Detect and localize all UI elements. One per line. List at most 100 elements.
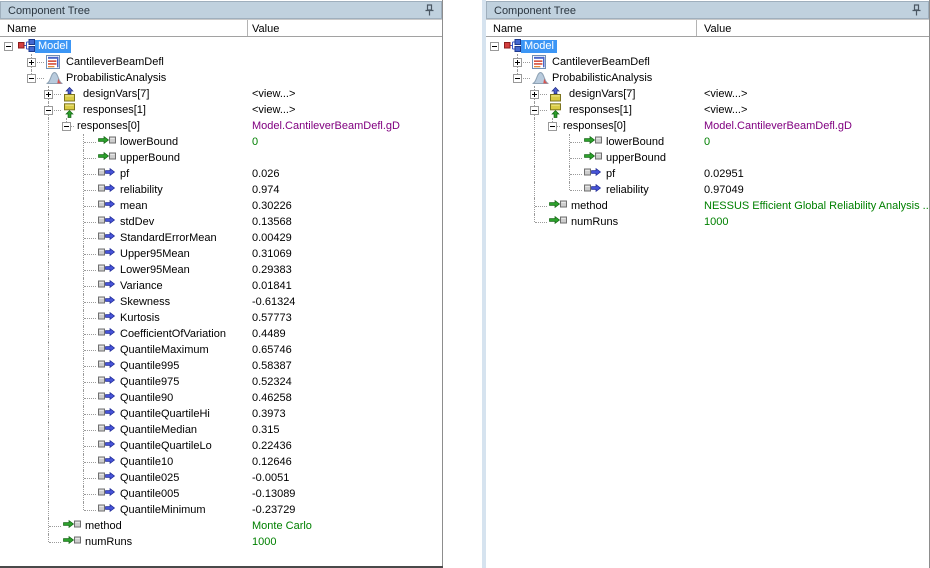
tree-item-probabilisticanalysis[interactable]: ProbabilisticAnalysis	[486, 70, 928, 86]
tree-item-label[interactable]: Lower95Mean	[120, 264, 190, 277]
tree-item-label[interactable]: Quantile025	[120, 472, 179, 485]
expand-icon[interactable]	[27, 58, 36, 67]
column-divider[interactable]	[696, 20, 697, 36]
tree-item-value[interactable]: <view...>	[252, 88, 295, 101]
collapse-icon[interactable]	[513, 74, 522, 83]
tree-item-quantile005[interactable]: Quantile005-0.13089	[0, 486, 441, 502]
tree-item-quantile025[interactable]: Quantile025-0.0051	[0, 470, 441, 486]
tree-item-label[interactable]: numRuns	[571, 216, 618, 229]
tree-item-label[interactable]: reliability	[120, 184, 163, 197]
tree-item-quantilemedian[interactable]: QuantileMedian0.315	[0, 422, 441, 438]
tree-item-label[interactable]: method	[85, 520, 122, 533]
tree-item-value[interactable]: <view...>	[252, 104, 295, 117]
tree-item-label[interactable]: CantileverBeamDefl	[552, 56, 650, 69]
tree-item-designvars-7-[interactable]: designVars[7] <view...>	[0, 86, 441, 102]
tree-item-quantile995[interactable]: Quantile9950.58387	[0, 358, 441, 374]
tree-item-quantile975[interactable]: Quantile9750.52324	[0, 374, 441, 390]
tree-item-responses-0-[interactable]: responses[0]Model.CantileverBeamDefl.gD	[0, 118, 441, 134]
tree-item-quantilemaximum[interactable]: QuantileMaximum0.65746	[0, 342, 441, 358]
tree-item-pf[interactable]: pf0.026	[0, 166, 441, 182]
tree-item-skewness[interactable]: Skewness-0.61324	[0, 294, 441, 310]
tree-item-label[interactable]: designVars[7]	[569, 88, 635, 101]
tree-item-label[interactable]: upperBound	[606, 152, 666, 165]
tree-item-designvars-7-[interactable]: designVars[7] <view...>	[486, 86, 928, 102]
pin-icon[interactable]	[911, 4, 924, 17]
tree-item-value[interactable]: <view...>	[704, 104, 747, 117]
value-column-header[interactable]: Value	[252, 23, 279, 35]
collapse-icon[interactable]	[44, 106, 53, 115]
tree-item-standarderrormean[interactable]: StandardErrorMean0.00429	[0, 230, 441, 246]
tree-item-cantileverbeamdefl[interactable]: CantileverBeamDefl	[0, 54, 441, 70]
tree-item-kurtosis[interactable]: Kurtosis0.57773	[0, 310, 441, 326]
tree-item-responses-1-[interactable]: responses[1] <view...>	[0, 102, 441, 118]
tree-item-upper95mean[interactable]: Upper95Mean0.31069	[0, 246, 441, 262]
tree-item-label[interactable]: mean	[120, 200, 148, 213]
tree-item-model[interactable]: Model	[486, 38, 928, 54]
tree-item-label[interactable]: responses[1]	[83, 104, 146, 117]
value-column-header[interactable]: Value	[704, 23, 731, 35]
tree-item-label[interactable]: Quantile975	[120, 376, 179, 389]
tree-item-label[interactable]: Variance	[120, 280, 163, 293]
tree-item-label[interactable]: Quantile995	[120, 360, 179, 373]
panel-titlebar[interactable]: Component Tree	[0, 1, 442, 19]
tree-item-stddev[interactable]: stdDev0.13568	[0, 214, 441, 230]
tree-item-lowerbound[interactable]: lowerBound0	[0, 134, 441, 150]
tree-item-reliability[interactable]: reliability0.974	[0, 182, 441, 198]
tree-item-label[interactable]: QuantileMaximum	[120, 344, 209, 357]
tree-item-label[interactable]: lowerBound	[120, 136, 178, 149]
name-column-header[interactable]: Name	[7, 23, 36, 35]
pin-icon[interactable]	[424, 4, 437, 17]
tree-item-label[interactable]: Upper95Mean	[120, 248, 190, 261]
tree-item-label[interactable]: pf	[606, 168, 615, 181]
tree-item-label[interactable]: responses[0]	[77, 120, 140, 133]
tree-item-label[interactable]: CoefficientOfVariation	[120, 328, 226, 341]
tree-item-label[interactable]: QuantileMedian	[120, 424, 197, 437]
tree-item-numruns[interactable]: numRuns1000	[486, 214, 928, 230]
tree-item-quantile10[interactable]: Quantile100.12646	[0, 454, 441, 470]
tree-item-mean[interactable]: mean0.30226	[0, 198, 441, 214]
tree-item-label[interactable]: Model	[35, 40, 71, 53]
tree-item-label[interactable]: ProbabilisticAnalysis	[66, 72, 166, 85]
tree-item-label[interactable]: method	[571, 200, 608, 213]
tree-item-label[interactable]: Quantile10	[120, 456, 173, 469]
tree-item-label[interactable]: pf	[120, 168, 129, 181]
collapse-icon[interactable]	[27, 74, 36, 83]
expand-icon[interactable]	[513, 58, 522, 67]
tree-item-quantileminimum[interactable]: QuantileMinimum-0.23729	[0, 502, 441, 518]
collapse-icon[interactable]	[4, 42, 13, 51]
tree-item-label[interactable]: Quantile90	[120, 392, 173, 405]
name-column-header[interactable]: Name	[493, 23, 522, 35]
collapse-icon[interactable]	[62, 122, 71, 131]
collapse-icon[interactable]	[548, 122, 557, 131]
tree-item-label[interactable]: Model	[521, 40, 557, 53]
tree-item-label[interactable]: reliability	[606, 184, 649, 197]
tree-item-label[interactable]: Kurtosis	[120, 312, 160, 325]
tree-item-method[interactable]: methodMonte Carlo	[0, 518, 441, 534]
tree-item-quantilequartilehi[interactable]: QuantileQuartileHi0.3973	[0, 406, 441, 422]
tree-item-upperbound[interactable]: upperBound	[0, 150, 441, 166]
tree-item-label[interactable]: designVars[7]	[83, 88, 149, 101]
tree-item-numruns[interactable]: numRuns1000	[0, 534, 441, 550]
tree-item-model[interactable]: Model	[0, 38, 441, 54]
tree-item-label[interactable]: stdDev	[120, 216, 154, 229]
tree-item-lower95mean[interactable]: Lower95Mean0.29383	[0, 262, 441, 278]
tree-item-responses-0-[interactable]: responses[0]Model.CantileverBeamDefl.gD	[486, 118, 928, 134]
tree-item-method[interactable]: methodNESSUS Efficient Global Reliabilit…	[486, 198, 928, 214]
tree-item-label[interactable]: lowerBound	[606, 136, 664, 149]
tree-item-label[interactable]: responses[1]	[569, 104, 632, 117]
tree-item-quantile90[interactable]: Quantile900.46258	[0, 390, 441, 406]
tree-item-label[interactable]: QuantileQuartileLo	[120, 440, 212, 453]
tree-item-pf[interactable]: pf0.02951	[486, 166, 928, 182]
collapse-icon[interactable]	[530, 106, 539, 115]
tree-item-label[interactable]: numRuns	[85, 536, 132, 549]
tree-item-reliability[interactable]: reliability0.97049	[486, 182, 928, 198]
tree-item-label[interactable]: upperBound	[120, 152, 180, 165]
tree-item-probabilisticanalysis[interactable]: ProbabilisticAnalysis	[0, 70, 441, 86]
tree-item-label[interactable]: QuantileQuartileHi	[120, 408, 210, 421]
tree-item-label[interactable]: CantileverBeamDefl	[66, 56, 164, 69]
tree-item-label[interactable]: Quantile005	[120, 488, 179, 501]
tree-item-value[interactable]: <view...>	[704, 88, 747, 101]
tree-item-quantilequartilelo[interactable]: QuantileQuartileLo0.22436	[0, 438, 441, 454]
tree-item-label[interactable]: responses[0]	[563, 120, 626, 133]
expand-icon[interactable]	[44, 90, 53, 99]
